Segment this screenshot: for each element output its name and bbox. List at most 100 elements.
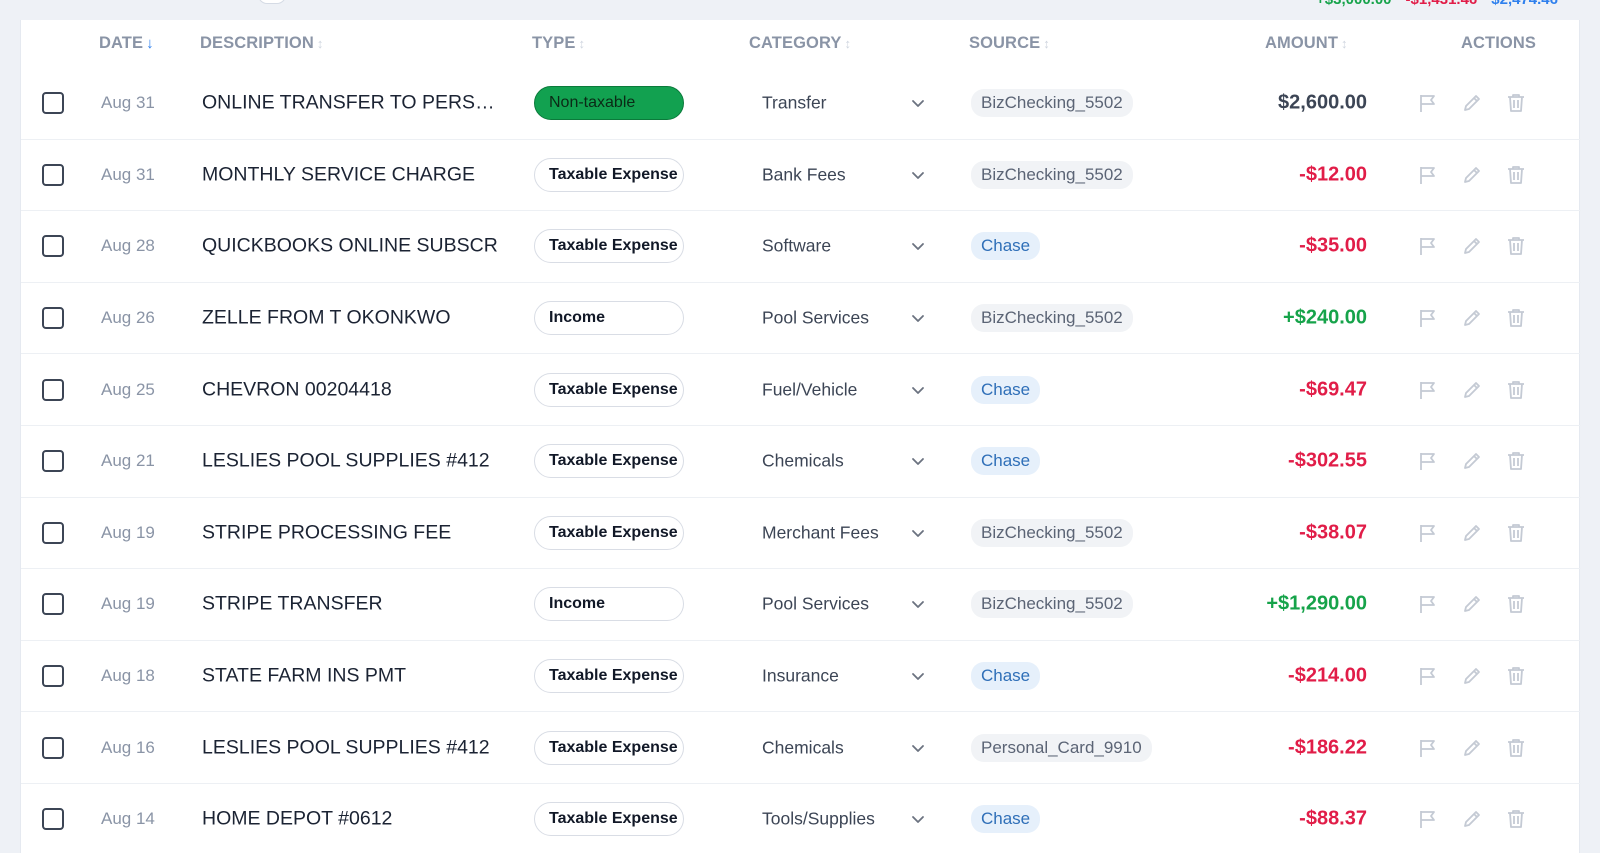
pencil-icon[interactable] (1461, 450, 1483, 472)
flag-icon[interactable] (1417, 92, 1439, 114)
chevron-down-icon[interactable] (911, 597, 925, 611)
flag-icon[interactable] (1417, 164, 1439, 186)
type-badge[interactable]: Taxable Expense (534, 372, 684, 407)
category-value[interactable]: Chemicals (762, 737, 844, 758)
row-checkbox[interactable] (42, 235, 64, 258)
table-row[interactable]: Aug 19 STRIPE PROCESSING FEE Taxable Exp… (21, 498, 1581, 570)
trash-icon[interactable] (1505, 522, 1527, 544)
pencil-icon[interactable] (1461, 522, 1483, 544)
column-header-description[interactable]: DESCRIPTION ↕ (200, 34, 323, 53)
row-checkbox[interactable] (42, 92, 64, 115)
category-value[interactable]: Pool Services (762, 594, 869, 615)
chevron-down-icon[interactable] (911, 454, 925, 468)
column-header-category[interactable]: CATEGORY ↕ (749, 34, 851, 53)
row-checkbox[interactable] (42, 665, 64, 688)
pencil-icon[interactable] (1461, 307, 1483, 329)
chevron-down-icon[interactable] (911, 383, 925, 397)
trash-icon[interactable] (1505, 737, 1527, 759)
flag-icon[interactable] (1417, 379, 1439, 401)
trash-icon[interactable] (1505, 235, 1527, 257)
pencil-icon[interactable] (1461, 235, 1483, 257)
row-checkbox[interactable] (42, 307, 64, 330)
column-header-type[interactable]: TYPE ↕ (532, 34, 585, 53)
trash-icon[interactable] (1505, 379, 1527, 401)
flag-icon[interactable] (1417, 450, 1439, 472)
trash-icon[interactable] (1505, 92, 1527, 114)
category-value[interactable]: Bank Fees (762, 164, 846, 185)
flag-icon[interactable] (1417, 593, 1439, 615)
chevron-down-icon[interactable] (911, 741, 925, 755)
table-row[interactable]: Aug 31 ONLINE TRANSFER TO PERSONA... Non… (21, 68, 1581, 140)
category-value[interactable]: Fuel/Vehicle (762, 379, 857, 400)
table-row[interactable]: Aug 21 LESLIES POOL SUPPLIES #412 Taxabl… (21, 426, 1581, 498)
category-value[interactable]: Transfer (762, 93, 827, 114)
table-row[interactable]: Aug 19 STRIPE TRANSFER Income Pool Servi… (21, 569, 1581, 641)
flag-icon[interactable] (1417, 737, 1439, 759)
row-checkbox[interactable] (42, 378, 64, 401)
pencil-icon[interactable] (1461, 379, 1483, 401)
category-value[interactable]: Software (762, 236, 831, 257)
flag-icon[interactable] (1417, 808, 1439, 830)
category-value[interactable]: Tools/Supplies (762, 809, 875, 830)
type-badge[interactable]: Non-taxable (534, 86, 684, 121)
flag-icon[interactable] (1417, 665, 1439, 687)
trash-icon[interactable] (1505, 450, 1527, 472)
row-checkbox[interactable] (42, 521, 64, 544)
type-badge[interactable]: Income (534, 587, 684, 622)
type-badge[interactable]: Taxable Expense (534, 659, 684, 694)
filter-pill[interactable] (258, 0, 286, 4)
flag-icon[interactable] (1417, 307, 1439, 329)
row-checkbox[interactable] (42, 593, 64, 616)
category-value[interactable]: Merchant Fees (762, 522, 879, 543)
pencil-icon[interactable] (1461, 808, 1483, 830)
trash-icon[interactable] (1505, 307, 1527, 329)
pencil-icon[interactable] (1461, 92, 1483, 114)
chevron-down-icon[interactable] (911, 311, 925, 325)
category-value[interactable]: Insurance (762, 666, 839, 687)
pencil-icon[interactable] (1461, 164, 1483, 186)
row-description: ZELLE FROM T OKONKWO (202, 306, 451, 329)
chevron-down-icon[interactable] (911, 239, 925, 253)
column-header-date[interactable]: DATE ↓ (99, 34, 154, 53)
chevron-down-icon[interactable] (911, 168, 925, 182)
category-value[interactable]: Pool Services (762, 308, 869, 329)
trash-icon[interactable] (1505, 808, 1527, 830)
row-checkbox[interactable] (42, 736, 64, 759)
row-checkbox[interactable] (42, 163, 64, 186)
chevron-down-icon[interactable] (911, 526, 925, 540)
table-row[interactable]: Aug 14 HOME DEPOT #0612 Taxable Expense … (21, 784, 1581, 853)
trash-icon[interactable] (1505, 593, 1527, 615)
table-row[interactable]: Aug 31 MONTHLY SERVICE CHARGE Taxable Ex… (21, 140, 1581, 212)
table-row[interactable]: Aug 16 LESLIES POOL SUPPLIES #412 Taxabl… (21, 712, 1581, 784)
category-value[interactable]: Chemicals (762, 451, 844, 472)
type-badge[interactable]: Taxable Expense (534, 157, 684, 192)
row-amount: $2,600.00 (1278, 91, 1367, 114)
pencil-icon[interactable] (1461, 593, 1483, 615)
pencil-icon[interactable] (1461, 737, 1483, 759)
type-badge[interactable]: Taxable Expense (534, 229, 684, 264)
type-badge[interactable]: Taxable Expense (534, 444, 684, 479)
type-badge[interactable]: Taxable Expense (534, 730, 684, 765)
chevron-down-icon[interactable] (911, 812, 925, 826)
flag-icon[interactable] (1417, 522, 1439, 544)
row-checkbox[interactable] (42, 808, 64, 831)
column-header-source[interactable]: SOURCE ↕ (969, 34, 1050, 53)
type-badge[interactable]: Income (534, 301, 684, 336)
row-date: Aug 31 (101, 93, 155, 113)
flag-icon[interactable] (1417, 235, 1439, 257)
table-row[interactable]: Aug 18 STATE FARM INS PMT Taxable Expens… (21, 641, 1581, 713)
column-header-amount[interactable]: AMOUNT ↕ (1265, 34, 1348, 53)
trash-icon[interactable] (1505, 665, 1527, 687)
pencil-icon[interactable] (1461, 665, 1483, 687)
type-badge[interactable]: Taxable Expense (534, 515, 684, 550)
trash-icon[interactable] (1505, 164, 1527, 186)
row-checkbox[interactable] (42, 450, 64, 473)
type-badge[interactable]: Taxable Expense (534, 802, 684, 837)
table-row[interactable]: Aug 25 CHEVRON 00204418 Taxable Expense … (21, 354, 1581, 426)
chevron-down-icon[interactable] (911, 96, 925, 110)
table-row[interactable]: Aug 26 ZELLE FROM T OKONKWO Income Pool … (21, 283, 1581, 355)
table-row[interactable]: Aug 28 QUICKBOOKS ONLINE SUBSCR Taxable … (21, 211, 1581, 283)
chevron-down-icon[interactable] (911, 669, 925, 683)
row-date: Aug 18 (101, 666, 155, 686)
row-date: Aug 16 (101, 737, 155, 757)
